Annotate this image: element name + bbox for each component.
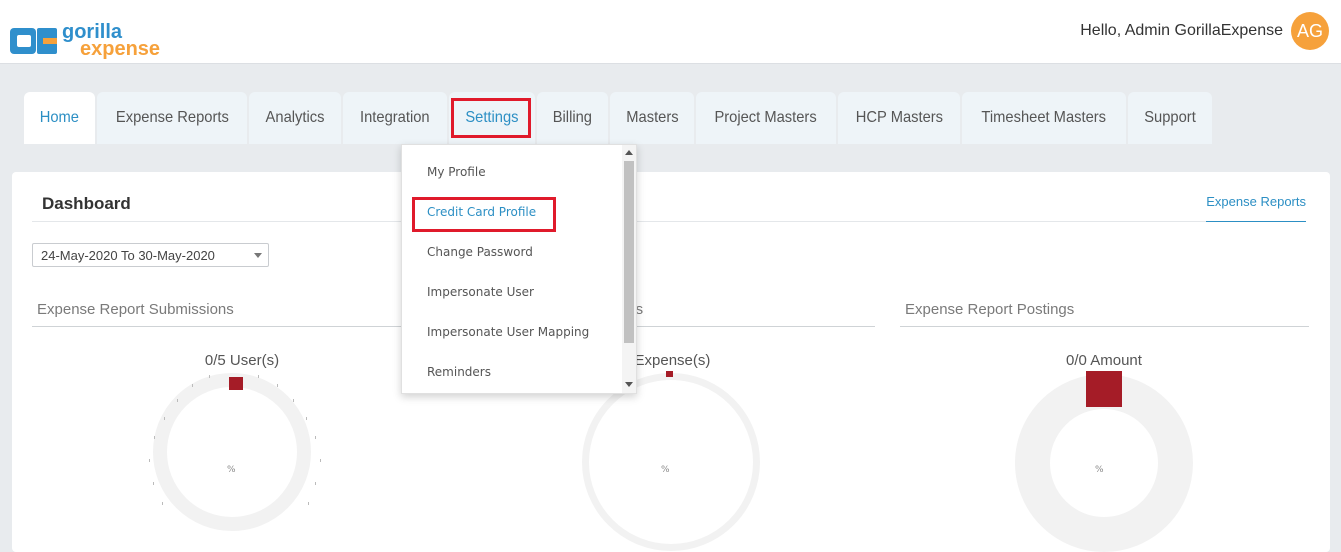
gauge-tick: [258, 375, 259, 378]
tab-label: Timesheet Masters: [981, 109, 1107, 126]
gauge-tick: [320, 459, 321, 462]
menu-item-impersonate-user-mapping[interactable]: Impersonate User Mapping: [427, 325, 589, 339]
section-title-postings: Expense Report Postings: [905, 301, 1075, 318]
section-divider: [612, 326, 875, 327]
dashboard-card: Dashboard Expense Reports 24-May-2020 To…: [12, 172, 1330, 552]
tab-label: Masters: [625, 109, 679, 126]
gauge-tick: [177, 399, 178, 402]
user-greeting: Hello, Admin GorillaExpense: [1080, 22, 1283, 39]
tab-label: Analytics: [265, 109, 325, 126]
tab-expense-reports[interactable]: Expense Reports: [96, 92, 248, 144]
tab-label: Support: [1144, 109, 1196, 126]
gauge-tick: [149, 459, 150, 462]
scroll-up-icon[interactable]: [625, 150, 633, 155]
tab-hcp-masters[interactable]: HCP Masters: [837, 92, 961, 144]
tab-integration[interactable]: Integration: [343, 92, 448, 144]
page-title: Dashboard: [42, 194, 131, 213]
gauge-tick: [306, 417, 307, 420]
dropdown-scrollbar[interactable]: [622, 145, 636, 393]
gauge-tick: [192, 384, 193, 387]
tab-label: Billing: [552, 109, 592, 126]
percent-label: %: [661, 465, 670, 475]
tab-label: Project Masters: [714, 109, 818, 126]
date-range-select[interactable]: 24-May-2020 To 30-May-2020: [32, 243, 269, 267]
gauge-tick: [315, 482, 316, 485]
section-divider: [32, 326, 412, 327]
settings-dropdown-menu: My Profile Credit Card Profile Change Pa…: [401, 144, 637, 394]
menu-item-change-password[interactable]: Change Password: [427, 245, 533, 259]
donut-submissions: [153, 373, 311, 531]
tab-support[interactable]: Support: [1127, 92, 1212, 144]
gauge-tick: [164, 417, 165, 420]
date-range-value: 24-May-2020 To 30-May-2020: [41, 248, 215, 263]
gauge-marker: [229, 377, 243, 390]
tab-home[interactable]: Home: [24, 92, 95, 144]
gauge-marker: [1086, 371, 1122, 407]
tab-project-masters[interactable]: Project Masters: [696, 92, 836, 144]
avatar[interactable]: AG: [1291, 12, 1329, 50]
section-divider: [900, 326, 1309, 327]
scroll-down-icon[interactable]: [625, 382, 633, 387]
section-title-submissions: Expense Report Submissions: [37, 301, 234, 318]
donut-expenses: [582, 373, 760, 551]
gauge-marker: [666, 371, 673, 377]
gauge-tick: [209, 375, 210, 378]
tab-analytics[interactable]: Analytics: [249, 92, 342, 144]
expense-reports-link[interactable]: Expense Reports: [1206, 194, 1306, 222]
menu-item-impersonate-user[interactable]: Impersonate User: [427, 285, 534, 299]
main-nav-tabs: Home Expense Reports Analytics Integrati…: [24, 92, 1212, 144]
menu-item-credit-card-profile[interactable]: Credit Card Profile: [427, 205, 536, 219]
tab-billing[interactable]: Billing: [536, 92, 608, 144]
top-bar: gorilla expense Hello, Admin GorillaExpe…: [0, 0, 1341, 64]
percent-label: %: [227, 465, 236, 475]
tab-label: HCP Masters: [855, 109, 943, 126]
menu-item-my-profile[interactable]: My Profile: [427, 165, 486, 179]
tab-label: Expense Reports: [115, 109, 229, 126]
gauge-tick: [277, 384, 278, 387]
gorilla-expense-logo[interactable]: gorilla expense: [10, 22, 160, 64]
tab-masters[interactable]: Masters: [609, 92, 695, 144]
tab-label: Integration: [360, 109, 431, 126]
metric-submissions: 0/5 User(s): [204, 352, 280, 369]
divider: [32, 221, 1306, 222]
gauge-tick: [315, 436, 316, 439]
tab-label: Home: [39, 109, 79, 126]
tab-label: Settings: [465, 109, 519, 126]
scroll-thumb[interactable]: [624, 161, 634, 343]
tab-timesheet-masters[interactable]: Timesheet Masters: [962, 92, 1126, 144]
chevron-down-icon: [254, 253, 262, 258]
gauge-tick: [153, 482, 154, 485]
percent-label: %: [1095, 465, 1104, 475]
menu-item-reminders[interactable]: Reminders: [427, 365, 491, 379]
metric-amount: 0/0 Amount: [1066, 352, 1142, 369]
logo-word-expense: expense: [80, 38, 161, 60]
logo-mark-icon: [10, 28, 60, 54]
gauge-tick: [293, 399, 294, 402]
gauge-tick: [308, 502, 309, 505]
tab-settings[interactable]: Settings: [449, 92, 535, 144]
metric-expenses: 0 Expense(s): [622, 352, 711, 369]
gauge-tick: [162, 502, 163, 505]
gauge-tick: [154, 436, 155, 439]
